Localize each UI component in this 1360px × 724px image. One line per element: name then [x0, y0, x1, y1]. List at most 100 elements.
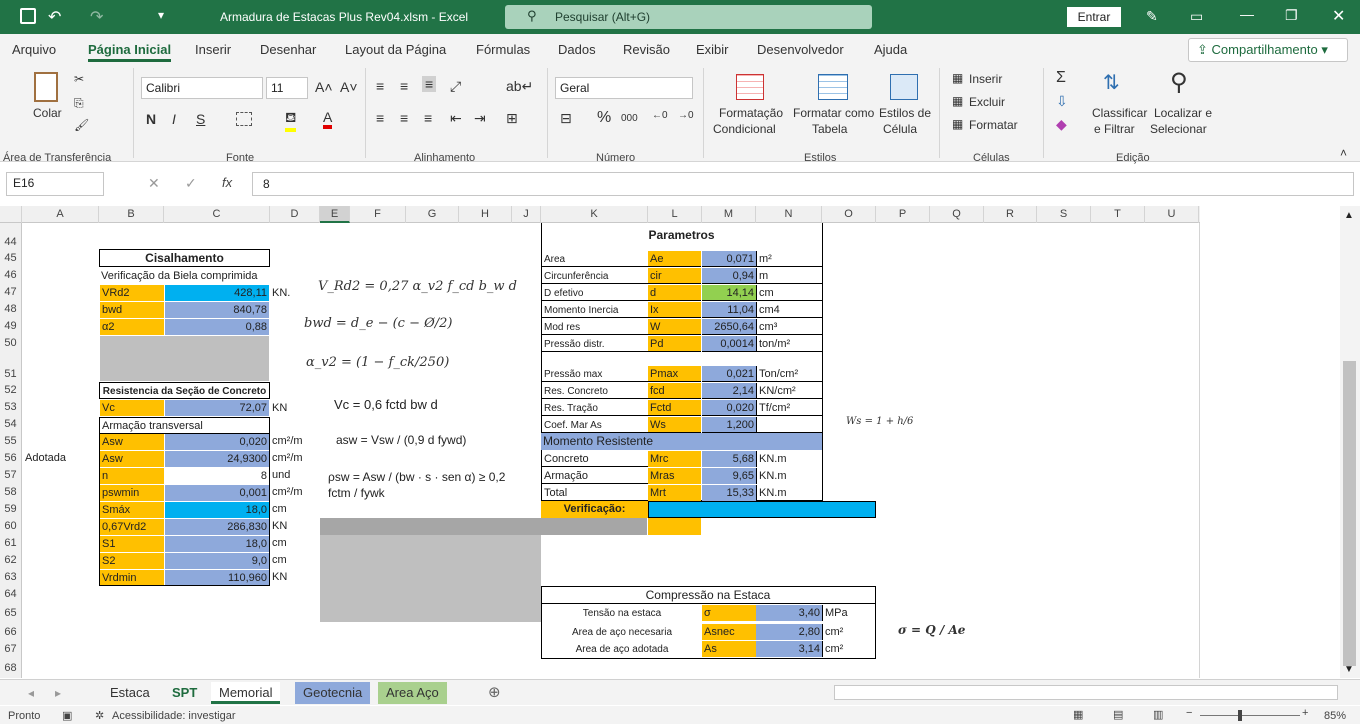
- momento-unit[interactable]: KN.m: [756, 485, 822, 501]
- share-button[interactable]: ⇪ Compartilhamento ▾: [1188, 38, 1348, 62]
- momento-title[interactable]: Momento Resistente: [541, 433, 822, 450]
- compressao-value[interactable]: 3,14: [756, 641, 822, 657]
- compressao-value[interactable]: 2,80: [756, 624, 822, 640]
- column-header[interactable]: R: [984, 206, 1037, 223]
- prev-sheet-icon[interactable]: ◂: [28, 686, 34, 700]
- cancel-icon[interactable]: ✕: [148, 175, 160, 192]
- customize-icon[interactable]: ▾: [158, 8, 164, 22]
- momento-value[interactable]: 9,65: [702, 468, 756, 484]
- worksheet-grid[interactable]: 44 45 46 47 48 49 50 51 52 53 54 55 56 5…: [0, 223, 1340, 678]
- format-table-label-1[interactable]: Formatar como: [793, 106, 874, 120]
- sort-filter-label-1[interactable]: Classificar: [1092, 106, 1147, 120]
- redo-icon[interactable]: ↷: [90, 7, 103, 27]
- sort-filter-icon[interactable]: ⇅: [1103, 70, 1120, 95]
- vc-unit[interactable]: KN: [270, 400, 310, 417]
- cisalhamento-title[interactable]: Cisalhamento: [99, 249, 270, 267]
- grow-font-icon[interactable]: A˄: [315, 79, 333, 95]
- param-value[interactable]: 0,020: [702, 400, 756, 416]
- menu-inserir[interactable]: Inserir: [195, 42, 231, 57]
- momento-symbol[interactable]: Mrt: [648, 485, 701, 501]
- momento-symbol[interactable]: Mrc: [648, 451, 701, 467]
- momento-label[interactable]: Concreto: [542, 451, 648, 467]
- row-header[interactable]: 55: [0, 433, 22, 450]
- param-value[interactable]: 0,94: [702, 268, 756, 284]
- delete-cells-icon[interactable]: ▦: [952, 94, 963, 108]
- tab-geotecnia[interactable]: Geotecnia: [295, 682, 371, 704]
- row-header[interactable]: 50: [0, 335, 22, 352]
- find-select-label-1[interactable]: Localizar e: [1154, 106, 1212, 120]
- row-header[interactable]: 53: [0, 399, 22, 416]
- increase-decimal-icon[interactable]: ←0: [652, 110, 668, 121]
- param-unit[interactable]: cm³: [756, 319, 822, 335]
- format-table-label-2[interactable]: Tabela: [812, 122, 847, 136]
- zoom-level[interactable]: 85%: [1324, 710, 1346, 722]
- align-right-icon[interactable]: ≡: [424, 110, 432, 126]
- fill-color-icon[interactable]: ⛾: [285, 109, 297, 132]
- momento-symbol[interactable]: Mras: [648, 468, 701, 484]
- armacao-unit[interactable]: KN: [270, 518, 318, 535]
- column-header[interactable]: L: [648, 206, 702, 223]
- menu-pagina-inicial[interactable]: Página Inicial: [88, 42, 172, 62]
- autosum-icon[interactable]: Σ: [1056, 69, 1066, 87]
- format-painter-icon[interactable]: 🖌: [74, 118, 89, 132]
- formula-input[interactable]: 8: [252, 172, 1354, 196]
- row-header[interactable]: 52: [0, 382, 22, 399]
- param-label[interactable]: D efetivo: [542, 285, 648, 301]
- copy-icon[interactable]: ⎘: [74, 96, 84, 111]
- insert-cells-icon[interactable]: ▦: [952, 71, 963, 85]
- menu-layout[interactable]: Layout da Página: [345, 42, 446, 57]
- pen-icon[interactable]: ✎: [1146, 8, 1158, 25]
- column-header[interactable]: G: [406, 206, 459, 223]
- column-header[interactable]: P: [876, 206, 930, 223]
- indent-decrease-icon[interactable]: ⇤: [450, 110, 462, 127]
- menu-desenhar[interactable]: Desenhar: [260, 42, 316, 57]
- row-header[interactable]: 45: [0, 249, 22, 267]
- compressao-label[interactable]: Area de aço necesaria: [542, 624, 702, 640]
- row-header[interactable]: 64: [0, 586, 22, 603]
- column-header[interactable]: U: [1145, 206, 1199, 223]
- tab-memorial[interactable]: Memorial: [211, 682, 281, 704]
- param-label[interactable]: Mod res: [542, 319, 648, 335]
- armacao-unit[interactable]: cm: [270, 501, 318, 518]
- row-header[interactable]: 60: [0, 518, 22, 535]
- column-header[interactable]: T: [1091, 206, 1145, 223]
- row-header[interactable]: 67: [0, 641, 22, 658]
- compressao-unit[interactable]: MPa: [822, 605, 875, 621]
- corner-select-all[interactable]: [0, 206, 22, 223]
- param-value[interactable]: 0,071: [702, 251, 756, 267]
- cisal-value[interactable]: 840,78: [165, 302, 269, 318]
- align-top-icon[interactable]: ≡: [376, 78, 384, 94]
- format-table-icon[interactable]: [818, 74, 848, 100]
- param-unit[interactable]: m: [756, 268, 822, 284]
- restore-icon[interactable]: ❐: [1285, 7, 1298, 24]
- align-center-icon[interactable]: ≡: [400, 110, 408, 126]
- param-label[interactable]: Coef. Mar As: [542, 417, 648, 433]
- tab-spt[interactable]: SPT: [164, 682, 205, 704]
- row-header[interactable]: 58: [0, 484, 22, 501]
- paste-icon[interactable]: [34, 72, 58, 102]
- menu-revisao[interactable]: Revisão: [623, 42, 670, 57]
- param-value[interactable]: 2,14: [702, 383, 756, 399]
- thousands-icon[interactable]: 000: [621, 113, 638, 124]
- borders-icon[interactable]: [236, 112, 252, 126]
- accessibility-icon[interactable]: ✲: [95, 709, 104, 722]
- column-header[interactable]: M: [702, 206, 756, 223]
- indent-increase-icon[interactable]: ⇥: [474, 110, 486, 127]
- momento-label[interactable]: Armação: [542, 468, 648, 484]
- param-label[interactable]: Circunferência: [542, 268, 648, 284]
- row-header[interactable]: 61: [0, 535, 22, 552]
- minimize-icon[interactable]: —: [1240, 6, 1254, 22]
- momento-label[interactable]: Total: [542, 485, 648, 501]
- column-header[interactable]: B: [99, 206, 164, 223]
- column-header[interactable]: Q: [930, 206, 984, 223]
- orientation-icon[interactable]: ⤢: [450, 78, 461, 95]
- row-header[interactable]: 57: [0, 467, 22, 484]
- number-format-select[interactable]: Geral: [555, 77, 693, 99]
- param-unit[interactable]: [756, 417, 822, 433]
- armacao-unit[interactable]: cm²/m: [270, 484, 318, 501]
- zoom-slider-thumb[interactable]: [1238, 710, 1242, 721]
- param-value[interactable]: 2650,64: [702, 319, 756, 335]
- align-left-icon[interactable]: ≡: [376, 110, 384, 126]
- param-label[interactable]: Area: [542, 251, 648, 267]
- signin-button[interactable]: Entrar: [1067, 7, 1121, 27]
